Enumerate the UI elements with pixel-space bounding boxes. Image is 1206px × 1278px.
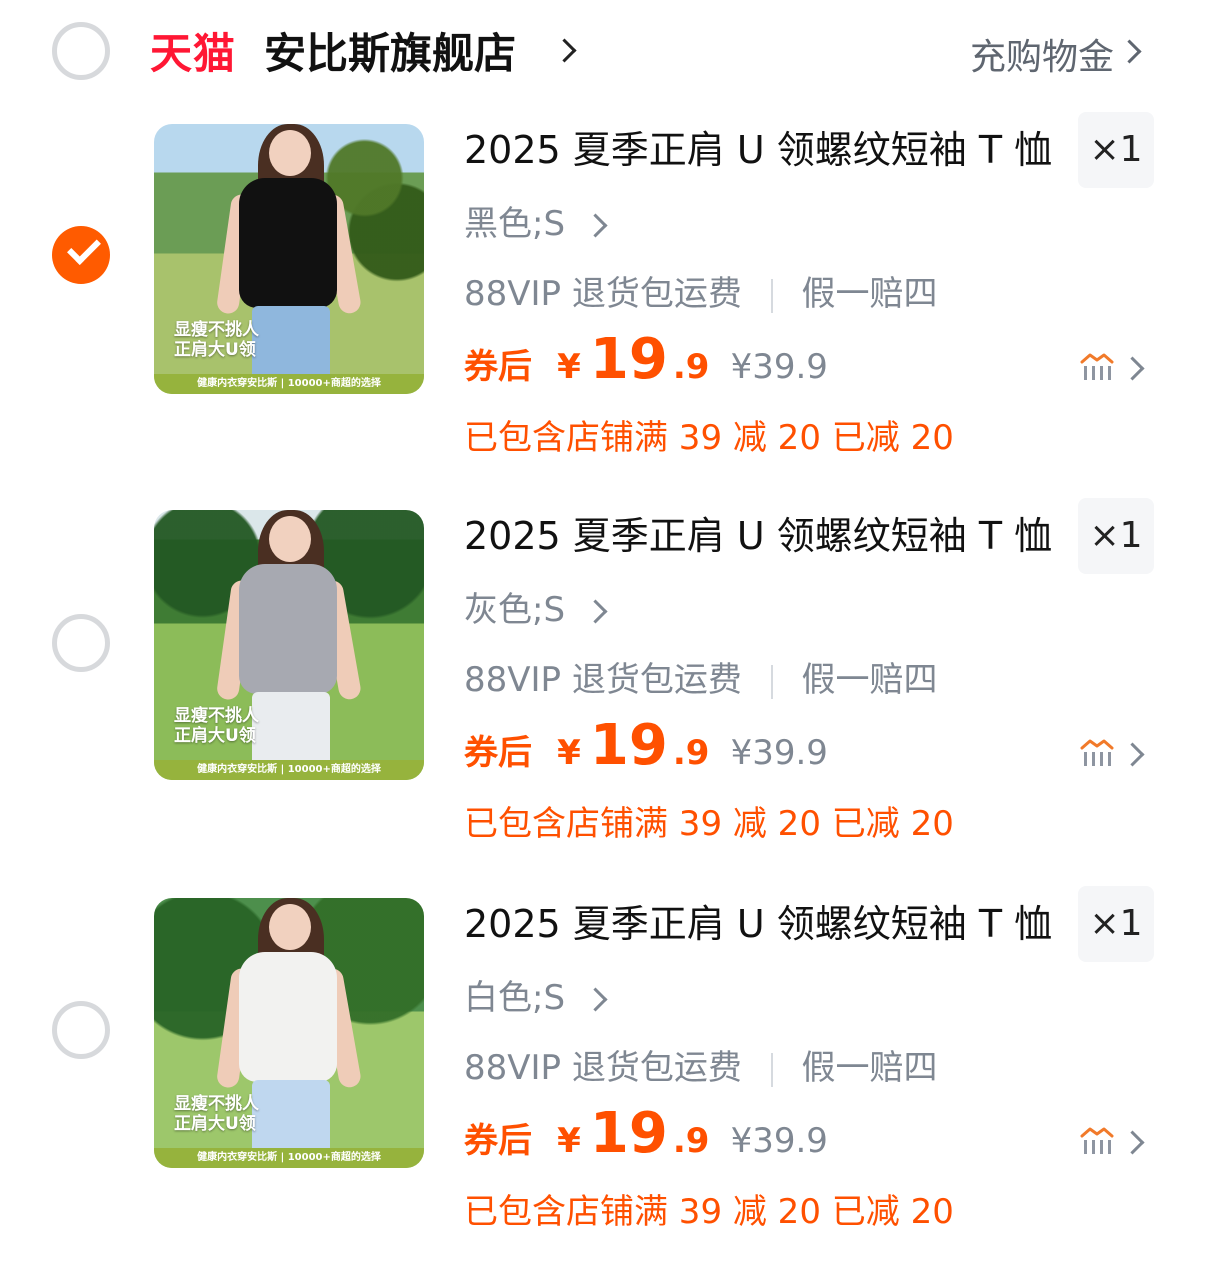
price-trend-icon[interactable]: [1080, 738, 1114, 768]
variant-selector[interactable]: 白色;S: [464, 970, 565, 1019]
shop-select-radio[interactable]: [52, 22, 110, 80]
image-text-line-2: 正肩大U领: [174, 340, 256, 360]
cart-item: 显瘦不挑人 正肩大U领 健康内衣穿安比斯 | 10000+商超的选择 2025 …: [0, 498, 1206, 890]
chevron-right-icon[interactable]: [1120, 356, 1145, 381]
original-price: ¥39.9: [730, 733, 828, 773]
currency-symbol: ¥: [557, 347, 581, 387]
price-row: 券后 ¥ 19 .9 ¥39.9: [464, 1106, 828, 1166]
image-footer-text: 健康内衣穿安比斯 | 10000+商超的选择: [154, 1148, 424, 1168]
product-title[interactable]: 2025 夏季正肩 U 领螺纹短袖 T 恤: [464, 898, 1064, 950]
return-shipping-tag: 88VIP 退货包运费: [464, 1048, 742, 1088]
price-trend-icon[interactable]: [1080, 352, 1114, 382]
price-integer: 19: [589, 713, 668, 778]
product-title[interactable]: 2025 夏季正肩 U 领螺纹短袖 T 恤: [464, 510, 1064, 562]
image-text-line-1: 显瘦不挑人: [174, 1094, 259, 1114]
product-title[interactable]: 2025 夏季正肩 U 领螺纹短袖 T 恤: [464, 124, 1064, 176]
image-footer-text: 健康内衣穿安比斯 | 10000+商超的选择: [154, 374, 424, 394]
quantity-button[interactable]: ×1: [1078, 886, 1154, 962]
currency-symbol: ¥: [557, 733, 581, 773]
chevron-right-icon[interactable]: [552, 38, 577, 63]
promotion-text: 已包含店铺满 39 减 20 已减 20: [464, 804, 954, 844]
shop-name[interactable]: 安比斯旗舰店: [264, 20, 516, 81]
image-overlay-text: 显瘦不挑人 正肩大U领: [174, 320, 259, 360]
image-text-line-1: 显瘦不挑人: [174, 320, 259, 340]
return-shipping-tag: 88VIP 退货包运费: [464, 274, 742, 314]
fake-compensation-tag: 假一赔四: [801, 660, 938, 700]
service-tags: 88VIP 退货包运费 假一赔四: [464, 652, 938, 701]
price-integer: 19: [589, 327, 668, 392]
chevron-right-icon[interactable]: [1117, 39, 1142, 64]
tag-divider: [770, 1052, 773, 1087]
tag-divider: [770, 664, 773, 699]
quantity-button[interactable]: ×1: [1078, 498, 1154, 574]
model-face: [269, 130, 311, 176]
shop-header: 天猫 安比斯旗舰店 充购物金: [0, 0, 1206, 104]
price-trend-icon[interactable]: [1080, 1126, 1114, 1156]
fake-compensation-tag: 假一赔四: [801, 274, 938, 314]
product-image[interactable]: 显瘦不挑人 正肩大U领 健康内衣穿安比斯 | 10000+商超的选择: [154, 898, 424, 1168]
currency-symbol: ¥: [557, 1121, 581, 1161]
product-image[interactable]: 显瘦不挑人 正肩大U领 健康内衣穿安比斯 | 10000+商超的选择: [154, 124, 424, 394]
price-decimal: .9: [672, 1121, 710, 1161]
original-price: ¥39.9: [730, 347, 828, 387]
chevron-right-icon[interactable]: [583, 213, 608, 238]
fake-compensation-tag: 假一赔四: [801, 1048, 938, 1088]
image-text-line-2: 正肩大U领: [174, 726, 256, 746]
cart-item: 显瘦不挑人 正肩大U领 健康内衣穿安比斯 | 10000+商超的选择 2025 …: [0, 112, 1206, 504]
shopping-credit-link[interactable]: 充购物金: [970, 28, 1114, 80]
model-face: [269, 516, 311, 562]
cart-item: 显瘦不挑人 正肩大U领 健康内衣穿安比斯 | 10000+商超的选择 2025 …: [0, 886, 1206, 1278]
variant-selector[interactable]: 灰色;S: [464, 582, 565, 631]
variant-selector[interactable]: 黑色;S: [464, 196, 565, 245]
image-footer-text: 健康内衣穿安比斯 | 10000+商超的选择: [154, 760, 424, 780]
tag-divider: [770, 278, 773, 313]
chevron-right-icon[interactable]: [583, 599, 608, 624]
chevron-right-icon[interactable]: [1120, 1130, 1145, 1155]
image-overlay-text: 显瘦不挑人 正肩大U领: [174, 1094, 259, 1134]
tmall-logo: 天猫: [150, 29, 237, 78]
after-coupon-label: 券后: [464, 347, 532, 387]
return-shipping-tag: 88VIP 退货包运费: [464, 660, 742, 700]
service-tags: 88VIP 退货包运费 假一赔四: [464, 266, 938, 315]
price-row: 券后 ¥ 19 .9 ¥39.9: [464, 718, 828, 778]
after-coupon-label: 券后: [464, 1121, 532, 1161]
model-face: [269, 904, 311, 950]
product-image[interactable]: 显瘦不挑人 正肩大U领 健康内衣穿安比斯 | 10000+商超的选择: [154, 510, 424, 780]
quantity-button[interactable]: ×1: [1078, 112, 1154, 188]
price-row: 券后 ¥ 19 .9 ¥39.9: [464, 332, 828, 392]
price-integer: 19: [589, 1101, 668, 1166]
product-shirt: [239, 564, 337, 694]
price-decimal: .9: [672, 347, 710, 387]
price-decimal: .9: [672, 733, 710, 773]
chevron-right-icon[interactable]: [583, 987, 608, 1012]
promotion-text: 已包含店铺满 39 减 20 已减 20: [464, 418, 954, 458]
image-text-line-1: 显瘦不挑人: [174, 706, 259, 726]
product-shirt: [239, 178, 337, 308]
promotion-text: 已包含店铺满 39 减 20 已减 20: [464, 1192, 954, 1232]
original-price: ¥39.9: [730, 1121, 828, 1161]
image-overlay-text: 显瘦不挑人 正肩大U领: [174, 706, 259, 746]
service-tags: 88VIP 退货包运费 假一赔四: [464, 1040, 938, 1089]
product-shirt: [239, 952, 337, 1082]
after-coupon-label: 券后: [464, 733, 532, 773]
chevron-right-icon[interactable]: [1120, 742, 1145, 767]
image-text-line-2: 正肩大U领: [174, 1114, 256, 1134]
